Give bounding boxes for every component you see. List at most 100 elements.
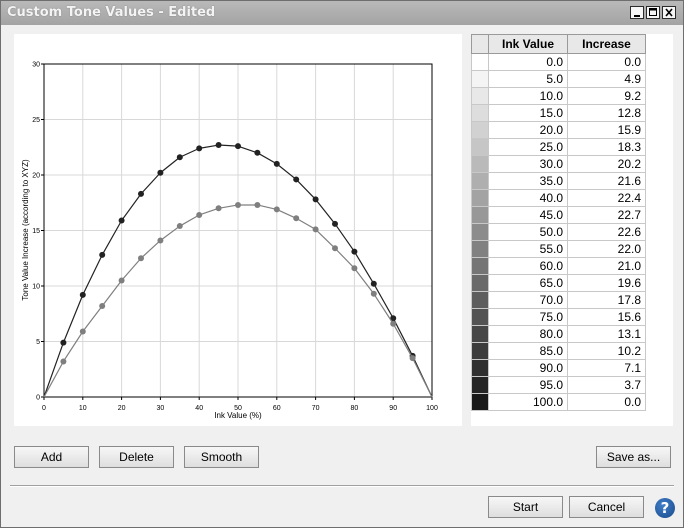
ink-value-cell[interactable]: 50.0 xyxy=(488,223,568,241)
close-icon[interactable] xyxy=(662,6,676,19)
increase-cell[interactable]: 19.6 xyxy=(567,274,646,292)
cancel-button[interactable]: Cancel xyxy=(569,496,644,518)
delete-button[interactable]: Delete xyxy=(99,446,174,468)
table-row[interactable]: 50.0 22.6 xyxy=(471,223,646,241)
ink-value-cell[interactable]: 15.0 xyxy=(488,104,568,122)
table-row[interactable]: 40.0 22.4 xyxy=(471,189,646,207)
increase-cell[interactable]: 22.7 xyxy=(567,206,646,224)
tone-swatch xyxy=(471,172,489,190)
increase-cell[interactable]: 12.8 xyxy=(567,104,646,122)
table-row[interactable]: 75.0 15.6 xyxy=(471,308,646,326)
ink-value-cell[interactable]: 0.0 xyxy=(488,53,568,71)
ink-value-cell[interactable]: 100.0 xyxy=(488,393,568,411)
increase-cell[interactable]: 7.1 xyxy=(567,359,646,377)
increase-cell[interactable]: 18.3 xyxy=(567,138,646,156)
table-row[interactable]: 15.0 12.8 xyxy=(471,104,646,122)
data-point xyxy=(273,160,280,167)
save-as-button[interactable]: Save as... xyxy=(596,446,671,468)
custom-tone-values-window: Custom Tone Values - Edited 0 10 20 30 40 50 6… xyxy=(0,0,684,528)
increase-cell[interactable]: 22.0 xyxy=(567,240,646,258)
table-row[interactable]: 25.0 18.3 xyxy=(471,138,646,156)
increase-header[interactable]: Increase xyxy=(567,34,646,54)
table-row[interactable]: 85.0 10.2 xyxy=(471,342,646,360)
increase-cell[interactable]: 20.2 xyxy=(567,155,646,173)
ink-value-cell[interactable]: 5.0 xyxy=(488,70,568,88)
start-button[interactable]: Start xyxy=(488,496,563,518)
x-tick-label: 20 xyxy=(118,405,126,412)
table-row[interactable]: 0.0 0.0 xyxy=(471,53,646,71)
table-row[interactable]: 20.0 15.9 xyxy=(471,121,646,139)
table-row[interactable]: 90.0 7.1 xyxy=(471,359,646,377)
table-row[interactable]: 95.0 3.7 xyxy=(471,376,646,394)
ink-value-cell[interactable]: 60.0 xyxy=(488,257,568,275)
table-row[interactable]: 10.0 9.2 xyxy=(471,87,646,105)
increase-cell[interactable]: 9.2 xyxy=(567,87,646,105)
table-row[interactable]: 60.0 21.0 xyxy=(471,257,646,275)
increase-cell[interactable]: 22.4 xyxy=(567,189,646,207)
increase-cell[interactable]: 3.7 xyxy=(567,376,646,394)
table-row[interactable]: 45.0 22.7 xyxy=(471,206,646,224)
help-icon[interactable]: ? xyxy=(655,498,675,518)
increase-cell[interactable]: 21.0 xyxy=(567,257,646,275)
tone-swatch xyxy=(471,291,489,309)
table-row[interactable]: 55.0 22.0 xyxy=(471,240,646,258)
add-button[interactable]: Add xyxy=(14,446,89,468)
data-point xyxy=(196,211,203,218)
minimize-icon[interactable] xyxy=(630,6,644,19)
increase-cell[interactable]: 15.6 xyxy=(567,308,646,326)
x-axis-ticks: 0 10 20 30 40 50 60 70 80 90 100 xyxy=(42,397,438,412)
increase-cell[interactable]: 21.6 xyxy=(567,172,646,190)
tone-swatch xyxy=(471,359,489,377)
table-row[interactable]: 30.0 20.2 xyxy=(471,155,646,173)
data-point xyxy=(60,358,67,365)
ink-value-cell[interactable]: 75.0 xyxy=(488,308,568,326)
tone-swatch xyxy=(471,308,489,326)
increase-cell[interactable]: 15.9 xyxy=(567,121,646,139)
increase-cell[interactable]: 0.0 xyxy=(567,53,646,71)
data-point xyxy=(312,196,319,203)
increase-cell[interactable]: 10.2 xyxy=(567,342,646,360)
ink-value-header[interactable]: Ink Value xyxy=(488,34,568,54)
tone-swatch xyxy=(471,155,489,173)
data-point xyxy=(99,251,106,258)
ink-value-cell[interactable]: 25.0 xyxy=(488,138,568,156)
data-point xyxy=(235,201,241,208)
ink-value-cell[interactable]: 10.0 xyxy=(488,87,568,105)
tone-swatch xyxy=(471,87,489,105)
table-row[interactable]: 5.0 4.9 xyxy=(471,70,646,88)
ink-value-cell[interactable]: 65.0 xyxy=(488,274,568,292)
ink-value-cell[interactable]: 35.0 xyxy=(488,172,568,190)
ink-value-cell[interactable]: 20.0 xyxy=(488,121,568,139)
ink-value-cell[interactable]: 30.0 xyxy=(488,155,568,173)
smooth-button[interactable]: Smooth xyxy=(184,446,259,468)
data-point xyxy=(273,206,280,213)
data-point xyxy=(79,328,86,335)
data-point xyxy=(390,320,397,327)
tone-swatch xyxy=(471,376,489,394)
table-row[interactable]: 100.0 0.0 xyxy=(471,393,646,411)
increase-cell[interactable]: 4.9 xyxy=(567,70,646,88)
ink-value-cell[interactable]: 55.0 xyxy=(488,240,568,258)
table-row[interactable]: 65.0 19.6 xyxy=(471,274,646,292)
data-point xyxy=(370,280,377,287)
ink-value-cell[interactable]: 70.0 xyxy=(488,291,568,309)
data-point xyxy=(60,339,67,346)
ink-value-cell[interactable]: 95.0 xyxy=(488,376,568,394)
increase-cell[interactable]: 13.1 xyxy=(567,325,646,343)
table-row[interactable]: 35.0 21.6 xyxy=(471,172,646,190)
increase-cell[interactable]: 22.6 xyxy=(567,223,646,241)
ink-value-cell[interactable]: 90.0 xyxy=(488,359,568,377)
increase-cell[interactable]: 17.8 xyxy=(567,291,646,309)
ink-value-cell[interactable]: 85.0 xyxy=(488,342,568,360)
swatch-header xyxy=(471,34,489,54)
table-row[interactable]: 70.0 17.8 xyxy=(471,291,646,309)
ink-value-cell[interactable]: 80.0 xyxy=(488,325,568,343)
chart-svg: 0 10 20 30 40 50 60 70 80 90 100 051015202530 Ink … xyxy=(21,62,438,421)
ink-value-cell[interactable]: 40.0 xyxy=(488,189,568,207)
y-tick-label: 20 xyxy=(32,173,40,180)
maximize-icon[interactable] xyxy=(646,6,660,19)
table-row[interactable]: 80.0 13.1 xyxy=(471,325,646,343)
increase-cell[interactable]: 0.0 xyxy=(567,393,646,411)
ink-value-cell[interactable]: 45.0 xyxy=(488,206,568,224)
title-bar[interactable]: Custom Tone Values - Edited xyxy=(1,1,683,25)
